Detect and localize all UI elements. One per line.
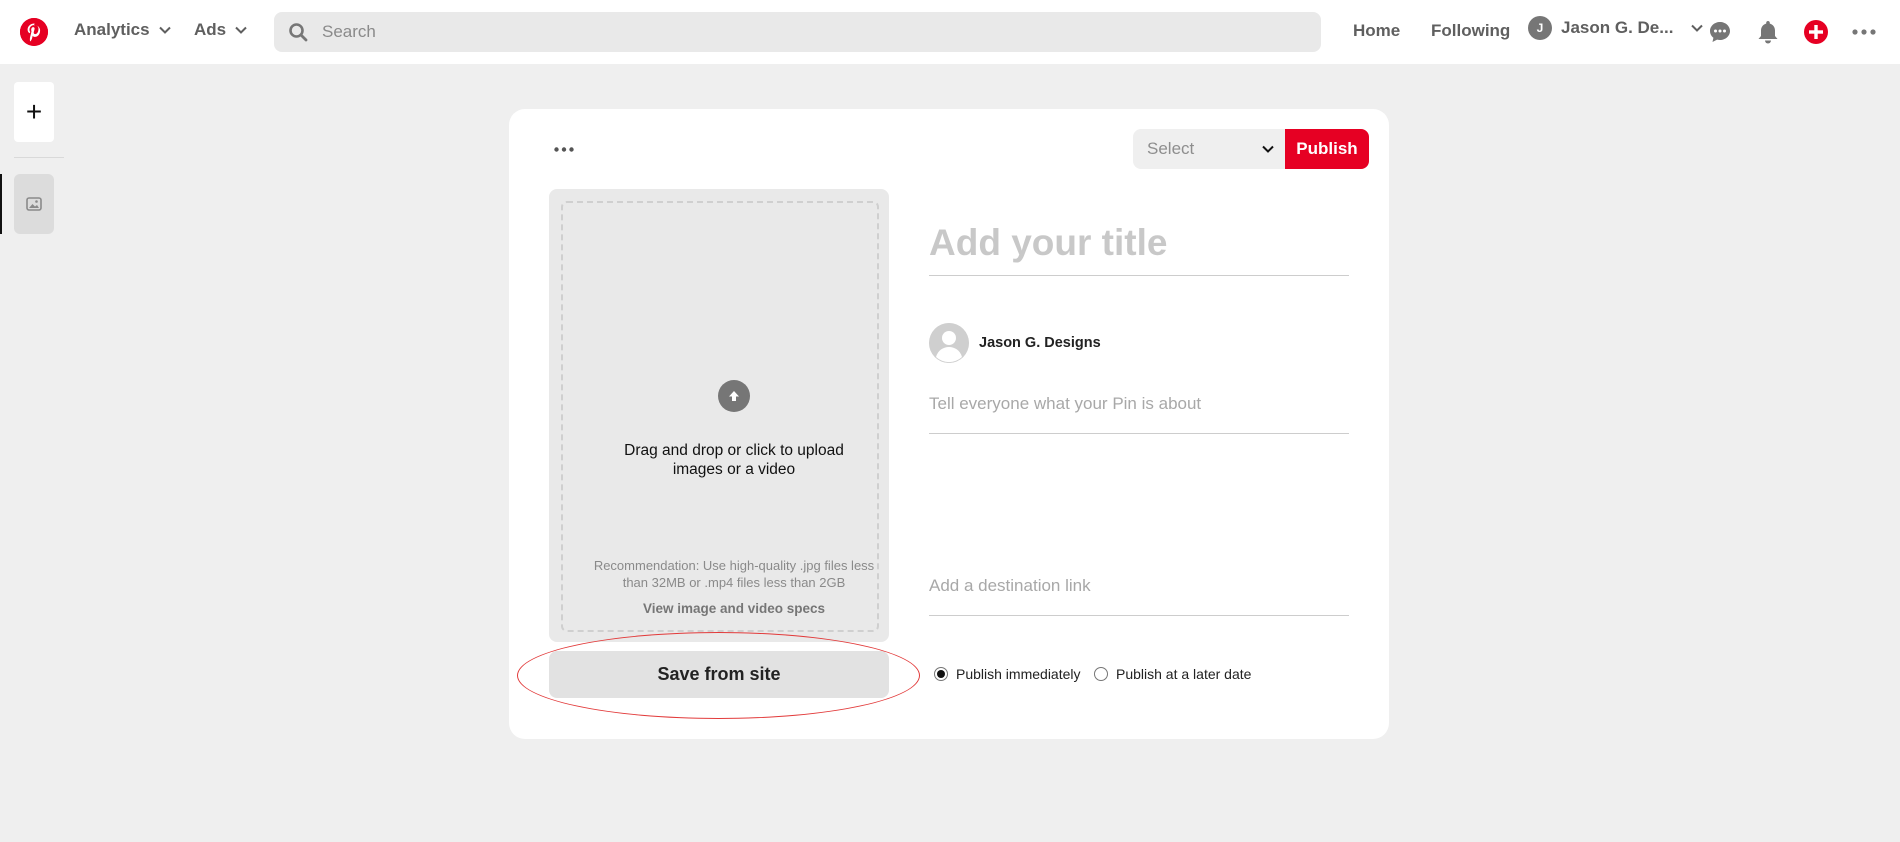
- avatar: [929, 323, 969, 363]
- pin-builder-card: Select Publish Drag and drop or click to…: [509, 109, 1389, 739]
- user-silhouette-icon: [929, 323, 969, 363]
- chevron-down-icon: [158, 26, 171, 34]
- add-pin-draft-button[interactable]: +: [14, 82, 54, 142]
- view-specs-link[interactable]: View image and video specs: [583, 601, 885, 616]
- chevron-down-icon: [1691, 24, 1704, 32]
- publish-button[interactable]: Publish: [1285, 129, 1369, 169]
- upload-instructions: Drag and drop or click to upload images …: [624, 442, 844, 478]
- publish-immediately-label: Publish immediately: [956, 666, 1081, 682]
- board-select-value: Select: [1147, 139, 1195, 158]
- destination-link-input[interactable]: [929, 557, 1349, 616]
- analytics-menu[interactable]: Analytics: [74, 20, 172, 40]
- save-from-site-button[interactable]: Save from site: [549, 651, 889, 698]
- pin-author: Jason G. Designs: [929, 323, 1101, 363]
- plus-icon: +: [25, 96, 43, 127]
- upload-arrow-icon: [718, 380, 750, 412]
- more-icon[interactable]: [1850, 18, 1878, 46]
- media-upload-area[interactable]: Drag and drop or click to upload images …: [549, 189, 889, 642]
- chevron-down-icon: [235, 26, 247, 34]
- publish-later-label: Publish at a later date: [1116, 666, 1252, 682]
- following-link[interactable]: Following: [1431, 21, 1510, 41]
- search-icon: [289, 23, 308, 42]
- rail-divider: [14, 157, 64, 158]
- account-name: Jason G. De...: [1561, 18, 1674, 37]
- pin-draft-thumbnail[interactable]: [14, 174, 54, 234]
- search-input[interactable]: [320, 21, 1274, 43]
- radio-unselected[interactable]: [1094, 667, 1108, 681]
- account-menu[interactable]: J Jason G. De...: [1528, 16, 1704, 40]
- board-select-dropdown[interactable]: Select: [1133, 129, 1285, 169]
- bell-icon[interactable]: [1754, 18, 1782, 46]
- upload-dropzone: Drag and drop or click to upload images …: [561, 201, 879, 632]
- avatar: J: [1528, 16, 1552, 40]
- author-name: Jason G. Designs: [979, 335, 1101, 351]
- more-options-icon[interactable]: [549, 139, 579, 159]
- analytics-menu-label: Analytics: [74, 20, 150, 39]
- chevron-down-icon: [1262, 145, 1274, 153]
- top-navigation-bar: Analytics Ads Home Following J Jason G. …: [0, 0, 1900, 64]
- pin-title-input[interactable]: [929, 211, 1349, 276]
- radio-selected[interactable]: [934, 667, 948, 681]
- publish-later-option[interactable]: Publish at a later date: [1094, 666, 1251, 682]
- pin-description-input[interactable]: [929, 375, 1349, 434]
- create-plus-icon[interactable]: [1802, 18, 1830, 46]
- ads-menu[interactable]: Ads: [194, 20, 248, 40]
- upload-recommendation: Recommendation: Use high-quality .jpg fi…: [593, 558, 875, 590]
- search-bar[interactable]: [274, 12, 1321, 52]
- publish-immediately-option[interactable]: Publish immediately: [934, 666, 1081, 682]
- pinterest-logo-icon[interactable]: [20, 18, 48, 46]
- active-indicator: [0, 174, 2, 234]
- home-link[interactable]: Home: [1353, 21, 1400, 41]
- ads-menu-label: Ads: [194, 20, 227, 39]
- image-icon: [26, 197, 42, 211]
- chat-icon[interactable]: [1706, 18, 1734, 46]
